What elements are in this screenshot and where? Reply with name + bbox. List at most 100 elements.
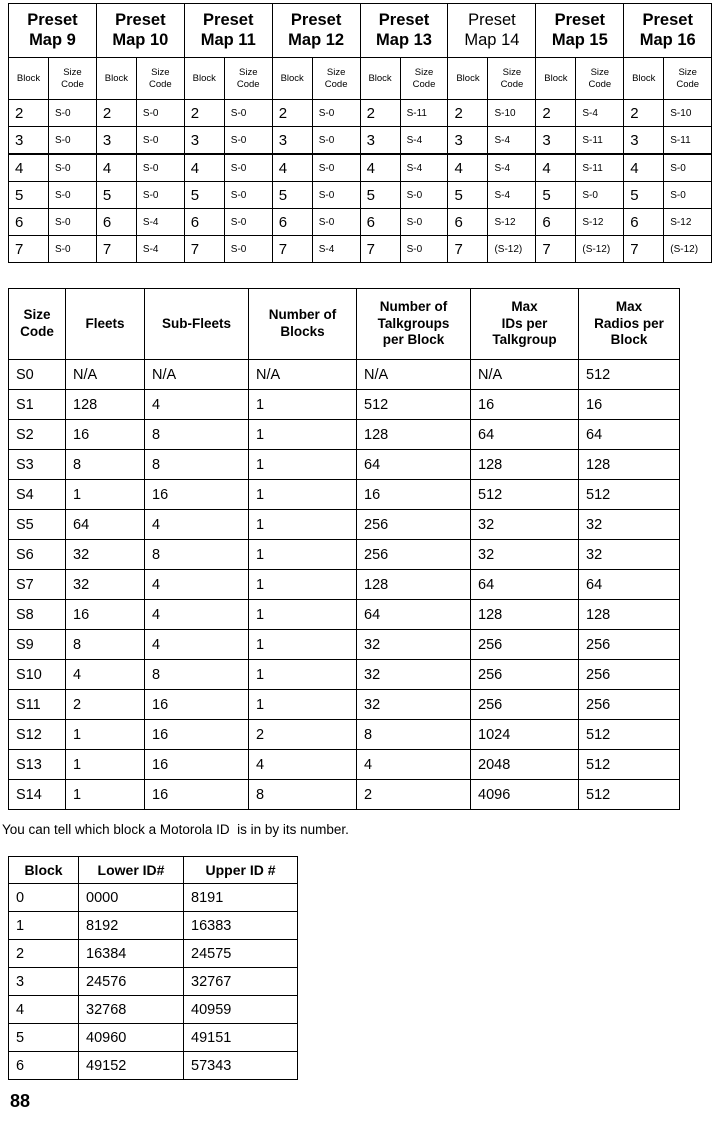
size-code-row: S14 1 16 8 2 4096 512 xyxy=(8,779,680,810)
size-code-cell-2: 16 xyxy=(144,749,249,780)
block-id-row: 4 32768 40959 xyxy=(8,995,298,1024)
preset-map-10-size-code-3: S-0 xyxy=(135,126,185,155)
size-code-id: S7 xyxy=(8,569,66,600)
upper-id: 57343 xyxy=(183,1051,298,1080)
preset-map-12-size-code-header: Size Code xyxy=(311,57,361,100)
preset-map-15-size-code-4: S-11 xyxy=(575,153,625,182)
preset-map-9-size-code-7: S-0 xyxy=(48,235,97,263)
size-code-cell-4: 32 xyxy=(356,659,471,690)
preset-map-header-9-line1: Preset xyxy=(27,10,78,29)
size-code-cell-3: 1 xyxy=(248,479,357,510)
preset-map-10-size-code-6: S-4 xyxy=(135,208,185,236)
preset-map-9-size-code-6: S-0 xyxy=(48,208,97,236)
size-code-cell-4: 16 xyxy=(356,479,471,510)
preset-map-14-size-code-4: S-4 xyxy=(487,153,537,182)
preset-map-16-block-7: 7 xyxy=(623,235,665,263)
size-code-cell-4: 512 xyxy=(356,389,471,420)
size-code-cell-3: 1 xyxy=(248,419,357,450)
block-number: 1 xyxy=(8,911,79,940)
preset-map-14-size-code-7: (S-12) xyxy=(487,235,537,263)
preset-map-14-block-header: Block xyxy=(447,57,489,100)
header-line: Size xyxy=(23,307,51,323)
size-code-id: S10 xyxy=(8,659,66,690)
header-line: Sub-Fleets xyxy=(161,315,231,331)
size-code-row: S0 N/A N/A N/A N/A N/A 512 xyxy=(8,359,680,390)
size-code-header-line1: Size xyxy=(502,67,522,79)
size-code-cell-1: N/A xyxy=(65,359,145,390)
size-code-id: S8 xyxy=(8,599,66,630)
preset-map-13-block-7: 7 xyxy=(359,235,401,263)
preset-map-header-14-line2: Map 14 xyxy=(464,31,520,49)
preset-map-header-16-line1: Preset xyxy=(642,10,693,29)
lower-id: 40960 xyxy=(78,1023,184,1052)
preset-map-12-size-code-4: S-0 xyxy=(311,153,361,182)
size-code-cell-4: 8 xyxy=(356,719,471,750)
preset-map-10-size-code-header: Size Code xyxy=(135,57,185,100)
size-code-row: S8 16 4 1 64 128 128 xyxy=(8,599,680,630)
preset-map-15-size-code-2: S-4 xyxy=(575,99,625,127)
preset-map-16-size-code-3: S-11 xyxy=(663,126,713,155)
size-code-header-line1: Size xyxy=(63,67,82,79)
preset-map-header-15: Preset Map 15 xyxy=(535,3,625,58)
size-code-cell-3: 1 xyxy=(248,659,357,690)
size-code-header-line2: Code xyxy=(588,78,612,90)
size-code-col-header-0: Size Code xyxy=(8,288,66,360)
size-code-cell-3: 1 xyxy=(248,389,357,420)
preset-map-13-size-code-5: S-0 xyxy=(399,181,449,209)
preset-map-row: 4 S-0 4 S-0 4 S-0 4 S-0 4 S-4 4 S-4 4 S-11 4 S-0 xyxy=(8,153,713,182)
preset-map-subheader-row: Block Size Code Block Size Code Block Size Code B… xyxy=(8,57,713,100)
preset-map-10-size-code-5: S-0 xyxy=(135,181,185,209)
size-code-cell-2: 8 xyxy=(144,659,249,690)
size-code-cell-1: 2 xyxy=(65,689,145,720)
upper-id: 49151 xyxy=(183,1023,298,1052)
preset-map-15-block-7: 7 xyxy=(535,235,577,263)
size-code-cell-1: 8 xyxy=(65,449,145,480)
preset-map-15-size-code-header: Size Code xyxy=(575,57,625,100)
upper-id: 32767 xyxy=(183,967,298,996)
preset-map-12-size-code-5: S-0 xyxy=(311,181,361,209)
size-code-col-header-4: Number of Talkgroups per Block xyxy=(356,288,471,360)
lower-id: 24576 xyxy=(78,967,184,996)
block-number: 2 xyxy=(8,939,79,968)
block-number: 6 xyxy=(8,1051,79,1080)
preset-map-row: 5 S-0 5 S-0 5 S-0 5 S-0 5 S-0 5 S-4 5 S-0 5 S-0 xyxy=(8,181,713,209)
preset-map-11-size-code-7: S-0 xyxy=(223,235,273,263)
size-code-id: S3 xyxy=(8,449,66,480)
size-code-cell-3: 1 xyxy=(248,689,357,720)
preset-map-16-block-4: 4 xyxy=(623,153,665,182)
preset-map-header-11-line2: Map 11 xyxy=(200,31,256,49)
preset-map-header-10-line1: Preset xyxy=(115,10,166,29)
size-code-cell-4: 4 xyxy=(356,749,471,780)
preset-map-9-block-7: 7 xyxy=(8,235,49,263)
size-code-cell-3: 2 xyxy=(248,719,357,750)
preset-map-header-10: Preset Map 10 xyxy=(95,3,185,58)
size-code-cell-4: 64 xyxy=(356,449,471,480)
size-code-cell-6: 128 xyxy=(578,449,680,480)
preset-map-13-block-6: 6 xyxy=(359,208,401,236)
preset-map-14-size-code-3: S-4 xyxy=(487,126,537,155)
preset-map-11-block-2: 2 xyxy=(183,99,225,127)
lower-id: 32768 xyxy=(78,995,184,1024)
preset-map-11-size-code-4: S-0 xyxy=(223,153,273,182)
preset-map-15-block-header: Block xyxy=(535,57,577,100)
size-code-id: S13 xyxy=(8,749,66,780)
preset-map-header-14-line1: Preset xyxy=(468,10,516,29)
preset-map-13-size-code-4: S-4 xyxy=(399,153,449,182)
size-code-cell-2: 4 xyxy=(144,509,249,540)
preset-map-9-size-code-5: S-0 xyxy=(48,181,97,209)
size-code-header-line2: Code xyxy=(412,78,436,90)
preset-map-13-block-4: 4 xyxy=(359,153,401,182)
size-code-cell-5: 64 xyxy=(470,419,579,450)
block-id-col-header-1: Lower ID# xyxy=(78,856,184,884)
header-line: Fleets xyxy=(85,315,125,331)
size-code-cell-5: 32 xyxy=(470,509,579,540)
size-code-cell-4: 256 xyxy=(356,539,471,570)
block-number: 3 xyxy=(8,967,79,996)
preset-map-16-block-3: 3 xyxy=(623,126,665,155)
block-id-row: 6 49152 57343 xyxy=(8,1051,298,1080)
size-code-id: S1 xyxy=(8,389,66,420)
header-line: Max xyxy=(511,298,538,314)
preset-map-13-block-3: 3 xyxy=(359,126,401,155)
header-line: IDs per xyxy=(501,315,548,331)
size-code-cell-2: 8 xyxy=(144,539,249,570)
